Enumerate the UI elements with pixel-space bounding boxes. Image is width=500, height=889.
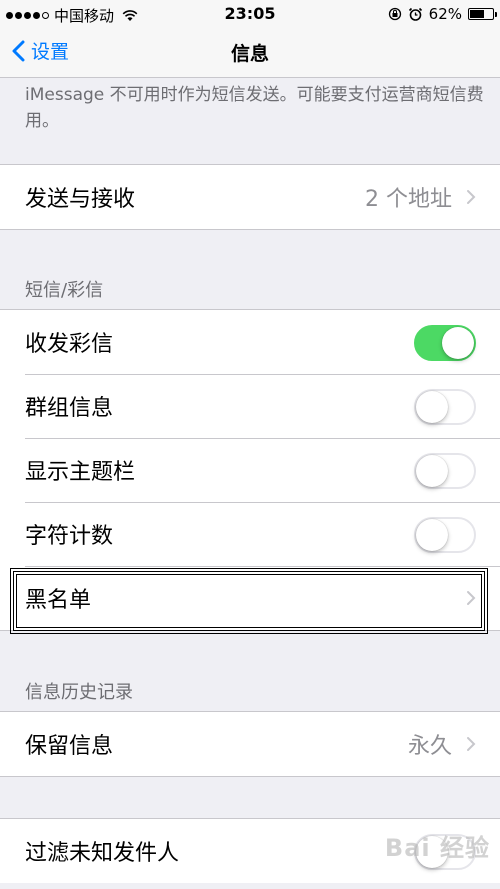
sms-settings-group: 收发彩信 群组信息 显示主题栏 字符计数 黑名单	[0, 309, 500, 631]
blacklist-row[interactable]: 黑名单	[0, 566, 500, 630]
chevron-right-icon	[467, 190, 476, 204]
battery-percent: 62%	[428, 5, 462, 23]
battery-icon	[468, 8, 497, 20]
history-section-header: 信息历史记录	[25, 682, 133, 703]
show-subject-field-toggle[interactable]	[414, 453, 476, 489]
keep-messages-row[interactable]: 保留信息 永久	[0, 712, 500, 776]
character-count-label: 字符计数	[25, 524, 114, 549]
status-right: 62%	[388, 5, 497, 23]
character-count-row: 字符计数	[0, 502, 500, 566]
mms-messaging-toggle[interactable]	[414, 325, 476, 361]
alarm-icon	[408, 7, 422, 21]
watermark-logo: Bai 经验	[384, 834, 490, 862]
imessage-footer-note: iMessage 不可用时作为短信发送。可能要支付运营商短信费用。	[25, 85, 484, 131]
show-subject-field-label: 显示主题栏	[25, 460, 136, 485]
orientation-lock-icon	[388, 7, 401, 21]
keep-messages-value: 永久	[407, 734, 452, 759]
show-subject-field-row: 显示主题栏	[0, 438, 500, 502]
history-group: 保留信息 永久	[0, 711, 500, 777]
group-messaging-toggle[interactable]	[414, 389, 476, 425]
mms-messaging-label: 收发彩信	[25, 332, 114, 357]
navigation-bar: 设置 信息	[0, 28, 500, 78]
mms-messaging-row: 收发彩信	[0, 310, 500, 374]
chevron-right-icon	[467, 591, 476, 605]
send-receive-group: 发送与接收 2 个地址	[0, 164, 500, 230]
send-receive-detail: 2 个地址	[365, 187, 452, 212]
group-messaging-label: 群组信息	[25, 396, 114, 421]
status-bar: 中国移动 23:05 62%	[0, 0, 500, 28]
battery-fill	[470, 10, 484, 18]
blacklist-label: 黑名单	[25, 588, 92, 613]
keep-messages-label: 保留信息	[25, 734, 114, 759]
page-title: 信息	[230, 43, 269, 65]
sms-section-header: 短信/彩信	[25, 280, 104, 301]
group-messaging-row: 群组信息	[0, 374, 500, 438]
chevron-right-icon	[467, 737, 476, 751]
send-receive-label: 发送与接收	[25, 187, 136, 212]
filter-unknown-senders-label: 过滤未知发件人	[25, 841, 180, 866]
character-count-toggle[interactable]	[414, 517, 476, 553]
send-receive-row[interactable]: 发送与接收 2 个地址	[0, 165, 500, 229]
